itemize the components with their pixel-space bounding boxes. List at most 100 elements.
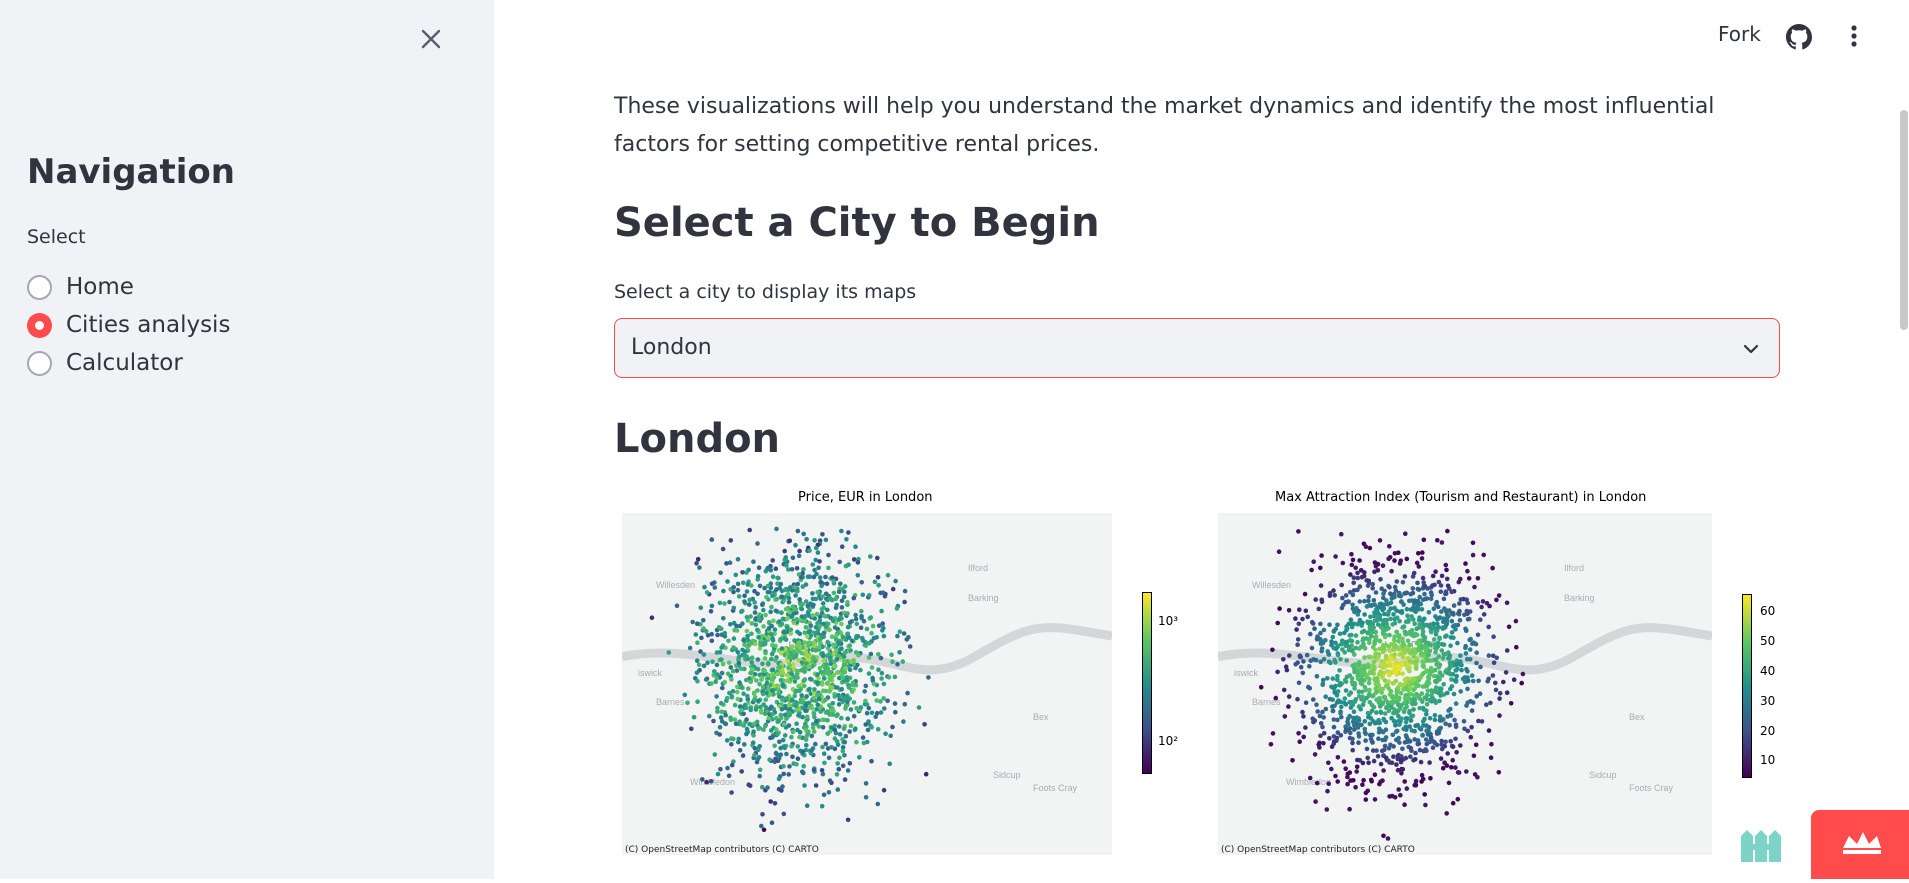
listing-point bbox=[1290, 758, 1295, 763]
listing-point bbox=[695, 621, 700, 626]
listing-point bbox=[719, 657, 724, 662]
radio-button-selected[interactable] bbox=[27, 312, 52, 338]
listing-point bbox=[1307, 775, 1313, 781]
listing-point bbox=[1438, 589, 1444, 594]
listing-point bbox=[787, 764, 792, 769]
app-logo-icon[interactable] bbox=[1737, 822, 1785, 866]
listing-point bbox=[839, 686, 844, 692]
listing-point bbox=[1438, 725, 1443, 731]
listing-point bbox=[1398, 690, 1404, 696]
listing-point bbox=[758, 642, 763, 648]
listing-point bbox=[728, 665, 734, 670]
listing-point bbox=[1400, 671, 1405, 676]
listing-point bbox=[1417, 674, 1423, 680]
listing-point bbox=[796, 649, 802, 654]
listing-point bbox=[875, 801, 881, 807]
listing-point bbox=[690, 619, 695, 625]
listing-point bbox=[830, 706, 835, 711]
listing-point bbox=[703, 677, 709, 682]
listing-point bbox=[847, 620, 853, 625]
listing-point bbox=[1339, 714, 1344, 720]
listing-point bbox=[732, 717, 738, 722]
listing-point bbox=[885, 698, 890, 704]
listing-point bbox=[1318, 733, 1323, 739]
listing-point bbox=[1397, 618, 1402, 624]
listing-point bbox=[1470, 552, 1476, 558]
listing-point bbox=[1373, 681, 1379, 687]
listing-point bbox=[1463, 561, 1468, 566]
radio-option-cities-analysis[interactable]: Cities analysis bbox=[27, 306, 230, 344]
scrollbar[interactable] bbox=[1900, 110, 1908, 330]
listing-point bbox=[1472, 584, 1477, 590]
fork-button[interactable]: Fork bbox=[1718, 22, 1761, 46]
listing-point bbox=[1362, 719, 1368, 724]
listing-point bbox=[823, 697, 828, 703]
listing-point bbox=[843, 666, 849, 671]
github-icon[interactable] bbox=[1786, 24, 1812, 50]
listing-point bbox=[1397, 667, 1402, 672]
listing-point bbox=[1504, 690, 1510, 695]
listing-point bbox=[1381, 595, 1386, 601]
listing-point bbox=[837, 755, 842, 761]
listing-point bbox=[837, 732, 843, 737]
listing-point bbox=[1416, 638, 1422, 644]
listing-point bbox=[733, 572, 739, 578]
radio-option-calculator[interactable]: Calculator bbox=[27, 344, 230, 382]
radio-option-home[interactable]: Home bbox=[27, 268, 230, 306]
listing-point bbox=[809, 705, 815, 711]
listing-point bbox=[1364, 746, 1370, 752]
listing-point bbox=[1452, 717, 1457, 723]
listing-point bbox=[751, 691, 757, 696]
listing-point bbox=[785, 651, 790, 656]
listing-point bbox=[1364, 674, 1370, 680]
listing-point bbox=[823, 688, 829, 694]
listing-point bbox=[1356, 734, 1362, 739]
listing-point bbox=[1426, 610, 1432, 615]
listing-point bbox=[1340, 595, 1345, 601]
listing-point bbox=[1343, 766, 1348, 771]
listing-point bbox=[805, 653, 811, 659]
listing-point bbox=[1343, 640, 1348, 645]
listing-point bbox=[863, 781, 869, 786]
listing-point bbox=[829, 712, 834, 717]
listing-point bbox=[892, 701, 898, 706]
listing-point bbox=[1432, 713, 1438, 718]
listing-point bbox=[773, 597, 778, 602]
listing-point bbox=[757, 681, 762, 687]
listing-point bbox=[751, 559, 756, 564]
listing-point bbox=[756, 726, 761, 731]
listing-point bbox=[1387, 544, 1392, 549]
listing-point bbox=[774, 752, 780, 757]
listing-point bbox=[845, 699, 850, 705]
listing-point bbox=[836, 724, 842, 729]
listing-point bbox=[1407, 684, 1413, 690]
listing-point bbox=[1454, 662, 1459, 667]
listing-point bbox=[878, 710, 884, 715]
listing-point bbox=[1367, 545, 1373, 551]
listing-point bbox=[1436, 624, 1442, 630]
listing-point bbox=[762, 668, 768, 674]
radio-button[interactable] bbox=[27, 274, 52, 300]
listing-point bbox=[757, 583, 763, 589]
listing-point bbox=[1394, 689, 1400, 695]
place-label: Willesden bbox=[1252, 580, 1291, 590]
listing-point bbox=[1467, 609, 1473, 614]
listing-point bbox=[807, 628, 813, 634]
close-icon[interactable] bbox=[416, 24, 446, 54]
deploy-badge[interactable] bbox=[1811, 810, 1909, 879]
listing-point bbox=[1362, 726, 1368, 732]
listing-point bbox=[848, 648, 853, 653]
listing-point bbox=[1323, 706, 1329, 712]
listing-point bbox=[1465, 728, 1471, 734]
listing-point bbox=[1400, 579, 1406, 585]
listing-point bbox=[704, 590, 710, 595]
listing-point bbox=[780, 784, 785, 789]
more-vert-icon[interactable] bbox=[1844, 22, 1864, 52]
listing-point bbox=[1444, 667, 1449, 673]
radio-button[interactable] bbox=[27, 350, 52, 376]
listing-point bbox=[1321, 730, 1327, 736]
listing-point bbox=[740, 621, 745, 626]
listing-point bbox=[1421, 537, 1427, 543]
listing-point bbox=[1456, 770, 1462, 775]
city-select[interactable]: London bbox=[614, 318, 1780, 378]
